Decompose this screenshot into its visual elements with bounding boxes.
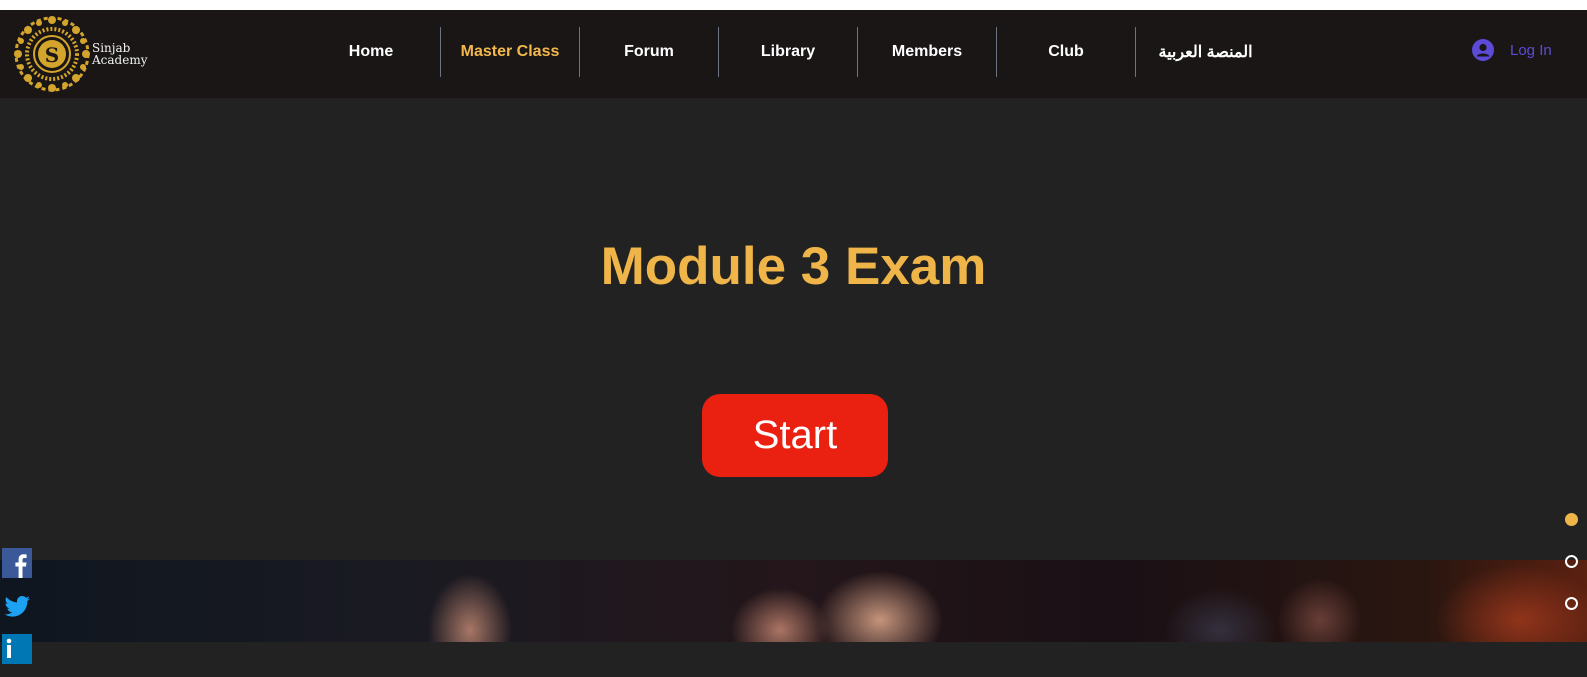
page-title: Module 3 Exam [600,237,987,296]
section-dot-2[interactable] [1565,555,1578,568]
brand-name: Sinjab Academy [92,42,147,66]
sinjab-emblem-icon: S [14,16,90,92]
nav-item-club[interactable]: Club [997,27,1136,77]
main-nav: Home Master Class Forum Library Members … [302,27,1275,77]
logo-letter: S [45,43,59,67]
nav-item-master-class[interactable]: Master Class [441,27,580,77]
social-bar [2,548,32,677]
section-dot-1[interactable] [1565,513,1578,526]
twitter-icon[interactable] [2,591,32,621]
nav-item-forum[interactable]: Forum [580,27,719,77]
site-logo[interactable]: S Sinjab Academy [12,12,147,96]
section-dot-3[interactable] [1565,597,1578,610]
login-label: Log In [1510,41,1552,59]
login-button[interactable]: Log In [1472,39,1552,61]
exam-hero [0,98,1587,560]
nav-item-home[interactable]: Home [302,27,441,77]
nav-item-members[interactable]: Members [858,27,997,77]
facebook-icon[interactable] [2,548,32,578]
background-photo-strip [0,560,1587,642]
top-strip [0,0,1587,10]
site-header: S Sinjab Academy Home Master Class Forum… [0,10,1587,98]
user-avatar-icon [1472,39,1494,61]
nav-item-arabic-platform[interactable]: المنصة العربية [1136,27,1275,77]
linkedin-icon[interactable] [2,634,32,664]
start-button[interactable]: Start [702,394,888,477]
section-navigation-dots [1565,513,1579,639]
brand-name-line2: Academy [92,53,148,67]
nav-item-library[interactable]: Library [719,27,858,77]
